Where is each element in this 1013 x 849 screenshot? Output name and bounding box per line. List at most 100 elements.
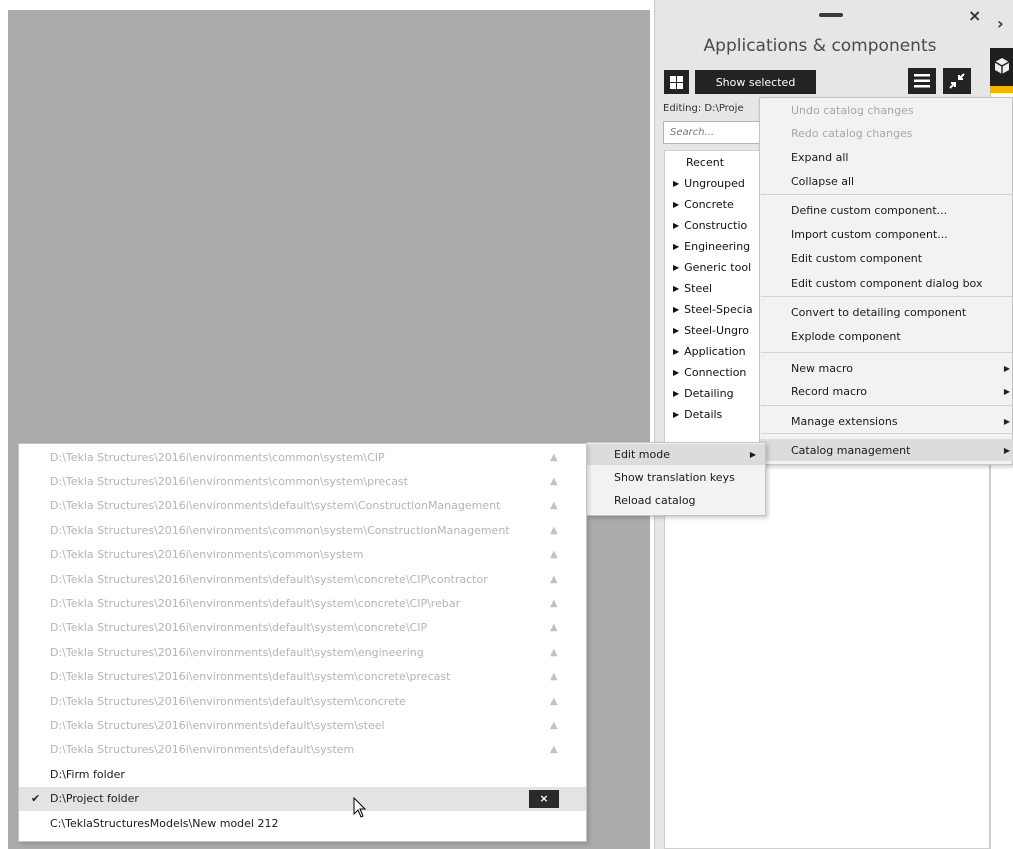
catalog-folders-list: D:\Tekla Structures\2016i\environments\c…: [18, 443, 587, 842]
folder-row: D:\Tekla Structures\2016i\environments\d…: [19, 640, 586, 664]
checkmark-icon: ✔: [31, 792, 41, 806]
menu-item-label: Catalog management: [791, 443, 911, 457]
menu-separator: [761, 405, 1012, 406]
catalog-management-submenu: Edit mode ▶ Show translation keys Reload ca…: [586, 442, 766, 516]
collapse-view-button[interactable]: [943, 68, 971, 94]
menu-item-collapse-all[interactable]: Collapse all: [760, 170, 1013, 192]
tree-item-label: Ungrouped: [684, 176, 745, 190]
menu-item-label: Import custom component...: [791, 227, 948, 241]
panel-close-button[interactable]: ×: [968, 6, 981, 25]
menu-item-label: Edit mode: [614, 448, 670, 461]
tree-item[interactable]: ▶ Details: [673, 405, 722, 423]
folder-path: D:\Tekla Structures\2016i\environments\d…: [50, 743, 355, 757]
panel-drag-handle[interactable]: [819, 13, 843, 17]
menu-item-define-custom-component[interactable]: Define custom component...: [760, 199, 1013, 221]
expand-triangle-icon[interactable]: ▶: [673, 179, 679, 188]
expand-triangle-icon[interactable]: ▶: [673, 389, 679, 398]
warning-icon: ▲: [550, 597, 558, 609]
submenu-arrow-icon: ▶: [749, 450, 756, 459]
folder-path: D:\Tekla Structures\2016i\environments\d…: [50, 621, 428, 635]
submenu-item-reload-catalog[interactable]: Reload catalog: [587, 490, 765, 511]
menu-item-edit-custom-component[interactable]: Edit custom component: [760, 247, 1013, 269]
folder-path: D:\Tekla Structures\2016i\environments\c…: [50, 450, 385, 464]
expand-triangle-icon[interactable]: ▶: [673, 221, 679, 230]
folder-path: D:\Tekla Structures\2016i\environments\d…: [50, 670, 451, 684]
menu-item-label: Record macro: [791, 384, 868, 398]
menu-item-label: Edit custom component dialog box: [791, 276, 983, 290]
menu-item-explode-component[interactable]: Explode component: [760, 325, 1013, 347]
tree-item[interactable]: ▶ Engineering: [673, 237, 750, 255]
expand-triangle-icon[interactable]: ▶: [673, 242, 679, 251]
menu-item-label: Convert to detailing component: [791, 305, 967, 319]
tree-item-label: Recent: [686, 155, 725, 169]
folder-row: D:\Tekla Structures\2016i\environments\d…: [19, 494, 586, 518]
remove-folder-button[interactable]: ×: [529, 789, 559, 808]
warning-icon: ▲: [550, 451, 558, 463]
side-tab-component-icon[interactable]: [990, 48, 1013, 86]
menu-item-manage-extensions[interactable]: Manage extensions ▶: [760, 410, 1013, 432]
menu-item-label: Undo catalog changes: [791, 103, 914, 117]
expand-triangle-icon[interactable]: ▶: [673, 305, 679, 314]
tree-item-label: Steel-Specia: [684, 302, 753, 316]
menu-separator: [761, 296, 1012, 297]
expand-triangle-icon[interactable]: ▶: [673, 326, 679, 335]
folder-row: D:\Tekla Structures\2016i\environments\d…: [19, 665, 586, 689]
expand-triangle-icon[interactable]: ▶: [673, 347, 679, 356]
menu-item-label: New macro: [791, 361, 854, 375]
warning-icon: ▲: [550, 500, 558, 512]
folder-path: D:\Tekla Structures\2016i\environments\c…: [50, 548, 364, 562]
tree-item[interactable]: ▶ Connection: [673, 363, 746, 381]
tree-item[interactable]: ▶ Steel-Specia: [673, 300, 753, 318]
tree-item[interactable]: ▶ Generic tool: [673, 258, 751, 276]
search-input[interactable]: [663, 121, 773, 144]
warning-icon: ▲: [550, 475, 558, 487]
folder-path: D:\Tekla Structures\2016i\environments\d…: [50, 694, 406, 708]
folder-row: D:\Tekla Structures\2016i\environments\d…: [19, 591, 586, 615]
panel-title: Applications & components: [703, 36, 937, 56]
tree-item[interactable]: ▶ Concrete: [673, 195, 734, 213]
menu-item-label: Collapse all: [791, 174, 855, 188]
menu-item-label: Define custom component...: [791, 203, 948, 217]
hamburger-menu-icon: [914, 74, 930, 88]
warning-icon: ▲: [550, 549, 558, 561]
warning-icon: ▲: [550, 671, 558, 683]
tree-item[interactable]: ▶ Constructio: [673, 216, 747, 234]
menu-separator: [761, 352, 1012, 353]
folder-row[interactable]: D:\Firm folder: [19, 762, 586, 786]
menu-item-expand-all[interactable]: Expand all: [760, 146, 1013, 168]
tree-item[interactable]: ▶ Steel: [673, 279, 712, 297]
tree-item-label: Details: [684, 407, 723, 421]
menu-item-catalog-management[interactable]: Catalog management ▶: [760, 439, 1013, 461]
list-menu-button[interactable]: [908, 68, 936, 94]
panel-expand-arrow-icon[interactable]: ›: [997, 14, 1004, 33]
folder-row[interactable]: ✔ D:\Project folder ×: [19, 786, 586, 811]
expand-triangle-icon[interactable]: ▶: [673, 368, 679, 377]
grid-view-button[interactable]: [664, 70, 689, 94]
expand-triangle-icon[interactable]: ▶: [673, 263, 679, 272]
submenu-item-edit-mode[interactable]: Edit mode ▶: [587, 444, 765, 465]
tree-item[interactable]: ▶ Ungrouped: [673, 174, 745, 192]
tree-item[interactable]: Recent: [673, 153, 724, 171]
menu-item-new-macro[interactable]: New macro ▶: [760, 357, 1013, 379]
expand-triangle-icon[interactable]: ▶: [673, 410, 679, 419]
expand-triangle-icon[interactable]: ▶: [673, 200, 679, 209]
menu-item-edit-custom-component-dialog-box[interactable]: Edit custom component dialog box: [760, 272, 1013, 294]
folder-row[interactable]: C:\TeklaStructuresModels\New model 212: [19, 811, 586, 835]
expand-triangle-icon[interactable]: ▶: [673, 284, 679, 293]
tree-item[interactable]: ▶ Application: [673, 342, 746, 360]
folder-path: D:\Firm folder: [50, 767, 125, 781]
folder-path: D:\Tekla Structures\2016i\environments\d…: [50, 718, 385, 732]
folder-row: D:\Tekla Structures\2016i\environments\d…: [19, 616, 586, 640]
menu-item-import-custom-component[interactable]: Import custom component...: [760, 223, 1013, 245]
folder-path: D:\Tekla Structures\2016i\environments\c…: [50, 523, 510, 537]
tree-item[interactable]: ▶ Detailing: [673, 384, 734, 402]
tree-item[interactable]: ▶ Steel-Ungro: [673, 321, 749, 339]
menu-item-convert-to-detailing-component[interactable]: Convert to detailing component: [760, 301, 1013, 323]
warning-icon: ▲: [550, 573, 558, 585]
submenu-item-show-translation-keys[interactable]: Show translation keys: [587, 467, 765, 488]
menu-separator: [761, 194, 1012, 195]
menu-item-record-macro[interactable]: Record macro ▶: [760, 380, 1013, 402]
menu-item-undo-catalog-changes: Undo catalog changes: [760, 99, 1013, 121]
tree-item-label: Engineering: [684, 239, 751, 253]
show-selected-button[interactable]: Show selected: [695, 70, 816, 94]
